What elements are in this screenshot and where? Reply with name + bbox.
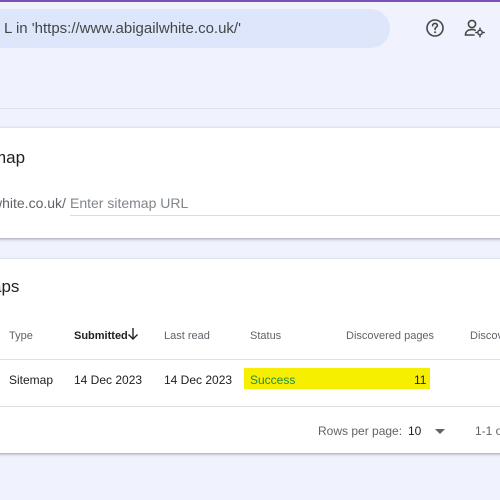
top-accent-bar — [0, 0, 500, 2]
add-sitemap-title: map — [0, 148, 26, 167]
column-header-submitted[interactable]: Submitted — [74, 330, 128, 342]
cell-discovered-pages: 11 — [414, 373, 427, 387]
add-sitemap-card: map white.co.uk/ — [0, 128, 500, 238]
submitted-sitemaps-card: aps Type Submitted Last read Status Disc… — [0, 259, 500, 453]
column-header-type[interactable]: Type — [9, 330, 33, 342]
sitemap-url-prefix: white.co.uk/ — [0, 195, 66, 211]
help-button[interactable] — [423, 16, 447, 40]
rows-per-page-value: 10 — [408, 424, 422, 438]
cell-submitted: 14 Dec 2023 — [74, 373, 143, 387]
rows-per-page-label: Rows per page: — [318, 424, 403, 438]
header-divider — [0, 108, 500, 109]
column-header-discovered-pages[interactable]: Discovered pages — [346, 330, 434, 342]
manage-accounts-icon — [464, 19, 485, 38]
search-bar[interactable]: L in 'https://www.abigailwhite.co.uk/' — [0, 9, 390, 48]
column-header-status[interactable]: Status — [250, 330, 281, 342]
rows-per-page-select[interactable]: 10 — [408, 421, 450, 441]
cell-last-read: 14 Dec 2023 — [164, 373, 233, 387]
header-row-divider — [0, 359, 500, 360]
pagination-range: 1-1 of 1 — [475, 424, 500, 438]
column-header-last-read[interactable]: Last read — [164, 330, 210, 342]
search-query-text: L in 'https://www.abigailwhite.co.uk/' — [4, 20, 241, 37]
help-circle-icon — [426, 19, 444, 37]
cell-status: Success — [250, 373, 296, 387]
chevron-down-icon — [435, 428, 446, 434]
submitted-sitemaps-title: aps — [0, 277, 20, 296]
cell-type: Sitemap — [9, 373, 54, 387]
sitemap-url-input[interactable] — [70, 190, 500, 216]
table-row-divider — [0, 406, 500, 407]
admin-button[interactable] — [463, 16, 487, 40]
sort-descending-icon[interactable] — [127, 327, 139, 341]
column-header-discovered-videos[interactable]: Discov — [470, 330, 500, 342]
